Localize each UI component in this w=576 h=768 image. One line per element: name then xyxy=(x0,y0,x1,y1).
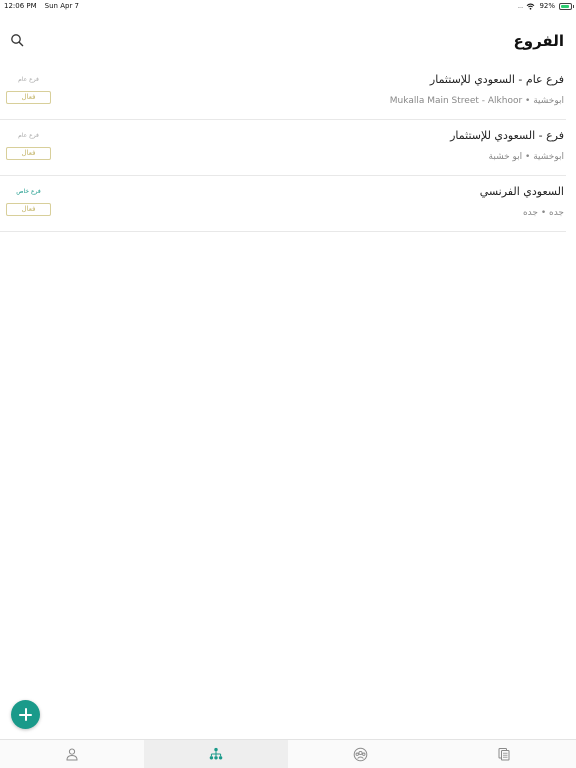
branch-location: ابوخشية • Mukalla Main Street - Alkhoor xyxy=(389,96,564,106)
page-title: الفروع xyxy=(513,32,564,50)
battery-level xyxy=(561,4,570,8)
group-icon xyxy=(353,747,367,761)
branch-row[interactable]: فرع - السعودي للإستثمار ابوخشية • ابو خش… xyxy=(0,120,566,176)
branch-name: فرع عام - السعودي للإستثمار xyxy=(429,73,564,86)
battery-icon xyxy=(559,2,574,10)
documents-icon xyxy=(498,748,510,761)
battery-cap xyxy=(572,5,574,8)
status-time: 12:06 PM xyxy=(4,2,37,10)
header: الفروع xyxy=(0,24,576,58)
branch-type-label: فرع عام xyxy=(18,76,39,83)
status-badge: فعال xyxy=(6,203,51,216)
status-right: .... 92% xyxy=(517,2,574,10)
branch-name: السعودي الفرنسي xyxy=(479,185,564,198)
status-left: 12:06 PM Sun Apr 7 xyxy=(4,2,79,10)
search-icon xyxy=(11,34,24,47)
tab-bar xyxy=(0,739,576,768)
branch-list: فرع عام - السعودي للإستثمار ابوخشية • Mu… xyxy=(0,64,566,232)
tab-groups[interactable] xyxy=(288,740,432,768)
tab-documents[interactable] xyxy=(432,740,576,768)
status-badge: فعال xyxy=(6,91,51,104)
add-branch-button[interactable] xyxy=(11,700,40,729)
branch-type-label: فرع عام xyxy=(18,132,39,139)
tab-profile[interactable] xyxy=(0,740,144,768)
status-date: Sun Apr 7 xyxy=(44,2,80,10)
branch-row[interactable]: فرع عام - السعودي للإستثمار ابوخشية • Mu… xyxy=(0,64,566,120)
branch-name: فرع - السعودي للإستثمار xyxy=(450,129,564,142)
branch-location: ابوخشية • ابو خشبة xyxy=(488,152,564,162)
status-bar: 12:06 PM Sun Apr 7 .... 92% xyxy=(0,0,576,12)
branches-icon xyxy=(209,747,223,760)
wifi-icon xyxy=(527,3,535,10)
battery-percent: 92% xyxy=(539,2,555,10)
branch-type-label: فرع خاص xyxy=(16,188,41,195)
status-badge: فعال xyxy=(6,147,51,160)
signal-dots: .... xyxy=(517,2,524,10)
branch-row[interactable]: السعودي الفرنسي جده • جده فرع خاص فعال xyxy=(0,176,566,232)
branch-location: جده • جده xyxy=(522,208,564,218)
search-button[interactable] xyxy=(10,32,26,48)
person-icon xyxy=(66,748,78,761)
tab-branches[interactable] xyxy=(144,740,288,768)
